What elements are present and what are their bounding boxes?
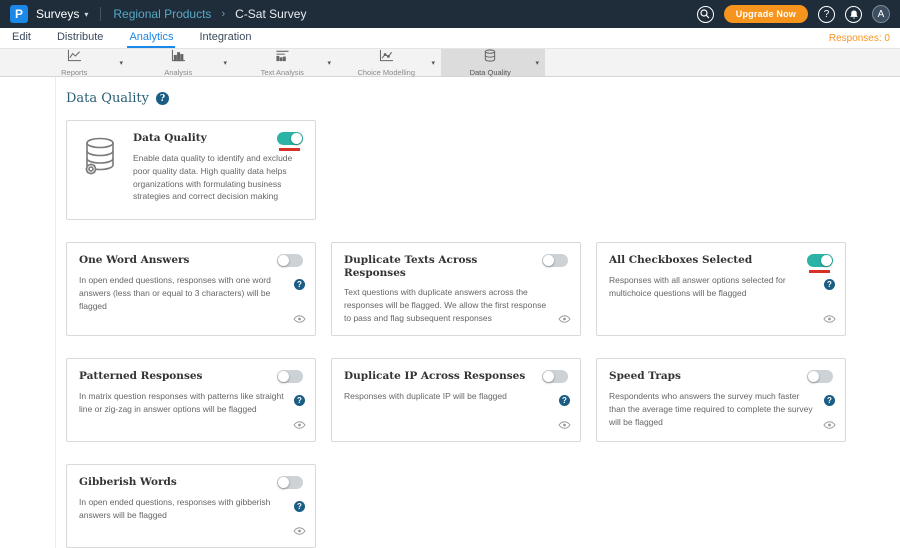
- patterned-responses-toggle[interactable]: [277, 370, 303, 383]
- upgrade-now-button[interactable]: Upgrade Now: [724, 5, 808, 23]
- help-icon[interactable]: ?: [824, 395, 835, 406]
- tab-label: Data Quality: [470, 68, 511, 77]
- page-help-icon[interactable]: ?: [156, 92, 169, 105]
- card-description: Text questions with duplicate answers ac…: [344, 286, 568, 324]
- chevron-down-icon[interactable]: ▾: [535, 59, 539, 67]
- card-title: Patterned Responses: [79, 370, 208, 383]
- chevron-down-icon: ▾: [84, 10, 88, 19]
- card-title: One Word Answers: [79, 254, 195, 267]
- card-description: In open ended questions, responses with …: [79, 274, 303, 312]
- data-quality-feature-card: Data Quality Enable data quality to iden…: [66, 120, 316, 220]
- surveys-menu[interactable]: Surveys ▾: [36, 7, 88, 21]
- card-speed-traps: Speed Traps Respondents who answers the …: [596, 358, 846, 442]
- card-description: Respondents who answers the survey much …: [609, 390, 833, 428]
- card-duplicate-ip: Duplicate IP Across Responses Responses …: [331, 358, 581, 442]
- card-title: Speed Traps: [609, 370, 687, 383]
- card-description: Responses with duplicate IP will be flag…: [344, 390, 568, 403]
- gibberish-words-toggle[interactable]: [277, 476, 303, 489]
- help-icon[interactable]: ?: [294, 395, 305, 406]
- feature-description: Enable data quality to identify and excl…: [133, 152, 303, 203]
- duplicate-ip-toggle[interactable]: [542, 370, 568, 383]
- app-logo[interactable]: P: [10, 5, 28, 23]
- page-title: Data Quality ?: [66, 91, 900, 106]
- surveys-menu-label: Surveys: [36, 7, 79, 21]
- help-icon[interactable]: ?: [559, 395, 570, 406]
- line-chart-icon: [67, 49, 82, 67]
- text-chart-icon: [275, 49, 290, 67]
- speed-traps-toggle[interactable]: [807, 370, 833, 383]
- eye-icon[interactable]: [293, 416, 306, 434]
- nav-item-edit[interactable]: Edit: [10, 28, 33, 48]
- help-icon[interactable]: ?: [294, 279, 305, 290]
- search-icon[interactable]: [697, 6, 714, 23]
- tab-choice-modelling[interactable]: Choice Modelling ▾: [337, 49, 441, 76]
- bar-chart-icon: [171, 49, 186, 67]
- tab-label: Reports: [61, 68, 87, 77]
- breadcrumb-separator: ›: [221, 8, 225, 20]
- tab-data-quality[interactable]: Data Quality ▾: [441, 49, 545, 76]
- eye-icon[interactable]: [293, 522, 306, 540]
- card-description: In matrix question responses with patter…: [79, 390, 303, 416]
- card-title: Duplicate Texts Across Responses: [344, 254, 542, 279]
- card-title: All Checkboxes Selected: [609, 254, 758, 267]
- card-description: Responses with all answer options select…: [609, 274, 833, 300]
- chevron-down-icon[interactable]: ▾: [431, 59, 435, 67]
- tab-label: Choice Modelling: [357, 68, 415, 77]
- help-circle-icon[interactable]: ?: [818, 6, 835, 23]
- nav-item-distribute[interactable]: Distribute: [55, 28, 105, 48]
- chevron-down-icon[interactable]: ▾: [119, 59, 123, 67]
- tab-text-analysis[interactable]: Text Analysis ▾: [233, 49, 337, 76]
- bell-icon[interactable]: [845, 6, 862, 23]
- page-title-text: Data Quality: [66, 91, 149, 106]
- chevron-down-icon[interactable]: ▾: [327, 59, 331, 67]
- card-duplicate-texts: Duplicate Texts Across Responses Text qu…: [331, 242, 581, 336]
- breadcrumb-parent[interactable]: Regional Products: [113, 7, 211, 21]
- topbar: P Surveys ▾ Regional Products › C-Sat Su…: [0, 0, 900, 28]
- analytics-toolbar: Reports ▾ Analysis ▾ Text Analysis ▾ Cho…: [0, 49, 900, 77]
- card-title: Duplicate IP Across Responses: [344, 370, 531, 383]
- card-patterned-responses: Patterned Responses In matrix question r…: [66, 358, 316, 442]
- card-title: Gibberish Words: [79, 476, 183, 489]
- eye-icon[interactable]: [823, 310, 836, 328]
- eye-icon[interactable]: [558, 310, 571, 328]
- help-icon[interactable]: ?: [824, 279, 835, 290]
- nav-item-integration[interactable]: Integration: [197, 28, 253, 48]
- tab-reports[interactable]: Reports ▾: [25, 49, 129, 76]
- rules-grid: One Word Answers In open ended questions…: [66, 242, 900, 548]
- card-description: In open ended questions, responses with …: [79, 496, 303, 522]
- nav-item-analytics[interactable]: Analytics: [127, 28, 175, 48]
- feature-title: Data Quality: [133, 132, 213, 145]
- card-all-checkboxes: All Checkboxes Selected Responses with a…: [596, 242, 846, 336]
- help-icon[interactable]: ?: [294, 501, 305, 512]
- survey-nav: Edit Distribute Analytics Integration Re…: [0, 28, 900, 49]
- eye-icon[interactable]: [558, 416, 571, 434]
- divider: [100, 7, 101, 21]
- avatar[interactable]: A: [872, 5, 890, 23]
- breadcrumb-current: C-Sat Survey: [235, 7, 306, 21]
- all-checkboxes-toggle[interactable]: [807, 254, 833, 267]
- data-quality-panel: Data Quality ? Data Quality Enable data …: [55, 77, 900, 548]
- chevron-down-icon[interactable]: ▾: [223, 59, 227, 67]
- eye-icon[interactable]: [823, 416, 836, 434]
- card-gibberish-words: Gibberish Words In open ended questions,…: [66, 464, 316, 548]
- scatter-chart-icon: [379, 49, 394, 67]
- tab-label: Text Analysis: [261, 68, 304, 77]
- eye-icon[interactable]: [293, 310, 306, 328]
- one-word-answers-toggle[interactable]: [277, 254, 303, 267]
- duplicate-texts-toggle[interactable]: [542, 254, 568, 267]
- responses-count[interactable]: Responses: 0: [829, 28, 890, 48]
- database-gear-icon: [79, 132, 121, 208]
- tab-analysis[interactable]: Analysis ▾: [129, 49, 233, 76]
- card-one-word-answers: One Word Answers In open ended questions…: [66, 242, 316, 336]
- database-icon: [483, 49, 497, 67]
- data-quality-toggle[interactable]: [277, 132, 303, 145]
- tab-label: Analysis: [164, 68, 192, 77]
